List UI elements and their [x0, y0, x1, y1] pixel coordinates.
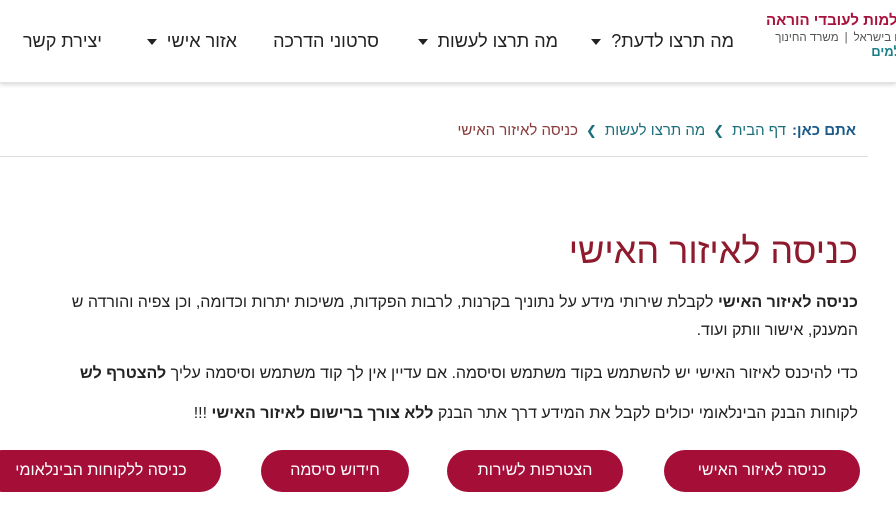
breadcrumb-divider	[0, 156, 868, 157]
site-header: תלמות לעובדי הוראה ורים בישראל | משרד החינ…	[0, 0, 896, 83]
international-bank-note: לקוחות הבנק הבינלאומי יכולים לקבל את המי…	[194, 405, 858, 423]
site-logo[interactable]: תלמות לעובדי הוראה ורים בישראל | משרד החינ…	[746, 12, 896, 72]
nav-label: אזור אישי	[166, 31, 237, 51]
logo-brand: תלמים	[871, 44, 896, 59]
page-title: כניסה לאיזור האישי	[568, 230, 858, 271]
intro-paragraph-line2: המענק, אישור וותק ועוד.	[696, 322, 858, 339]
nav-label: מה תרצו לדעת?	[611, 31, 734, 51]
chevron-down-icon	[417, 38, 428, 45]
join-service-link[interactable]: להצטרף לש	[80, 365, 166, 382]
logo-subtitle-b: משרד החינוך	[775, 32, 839, 44]
breadcrumb-you-are-here: אתם כאן:	[791, 122, 856, 139]
nav-what-to-do[interactable]: מה תרצו לעשות	[417, 31, 558, 52]
nav-label: יצירת קשר	[22, 31, 102, 51]
join-service-button[interactable]: הצטרפות לשירות	[447, 450, 623, 492]
international-note-text: לקוחות הבנק הבינלאומי יכולים לקבל את המי…	[433, 405, 858, 422]
personal-area-login-button[interactable]: כניסה לאיזור האישי	[664, 450, 860, 492]
reset-password-button[interactable]: חידוש סיסמה	[261, 450, 409, 492]
breadcrumb-home[interactable]: דף הבית	[732, 122, 786, 139]
intro-paragraph-line1: כניסה לאיזור האישי לקבלת שירותי מידע על …	[72, 294, 858, 312]
chevron-down-icon	[146, 38, 157, 45]
login-instructions-text: כדי להיכנס לאיזור האישי יש להשתמש בקוד מ…	[166, 365, 858, 382]
login-instructions: כדי להיכנס לאיזור האישי יש להשתמש בקוד מ…	[80, 365, 858, 383]
nav-contact[interactable]: יצירת קשר	[23, 31, 102, 52]
chevron-down-icon	[591, 38, 602, 45]
intro-text: לקבלת שירותי מידע על נתוניך בקרנות, לרבו…	[71, 294, 718, 311]
nav-label: מה תרצו לעשות	[437, 31, 558, 51]
chevron-left-icon: ❯	[713, 122, 725, 138]
nav-training-videos[interactable]: סרטוני הדרכה	[273, 31, 379, 52]
breadcrumb-current: כניסה לאיזור האישי	[457, 122, 578, 139]
international-note-tail: !!!	[193, 405, 212, 422]
logo-separator: |	[844, 32, 848, 44]
intro-bold: כניסה לאיזור האישי	[717, 294, 858, 311]
international-clients-button[interactable]: כניסה ללקוחות הבינלאומי	[0, 450, 221, 492]
international-note-bold: ללא צורך ברישום לאיזור האישי	[211, 405, 434, 422]
logo-subtitle: ורים בישראל | משרד החינוך	[746, 32, 896, 44]
chevron-left-icon: ❯	[585, 122, 597, 138]
breadcrumb-what-to-do[interactable]: מה תרצו לעשות	[605, 122, 705, 139]
nav-what-to-know[interactable]: מה תרצו לדעת?	[591, 31, 734, 52]
nav-label: סרטוני הדרכה	[273, 31, 379, 51]
logo-title: תלמות לעובדי הוראה	[765, 12, 896, 29]
breadcrumb: אתם כאן: דף הבית ❯ מה תרצו לעשות ❯ כניסה…	[457, 122, 856, 139]
logo-subtitle-a: ורים בישראל	[853, 32, 896, 44]
nav-personal-area[interactable]: אזור אישי	[146, 31, 237, 52]
